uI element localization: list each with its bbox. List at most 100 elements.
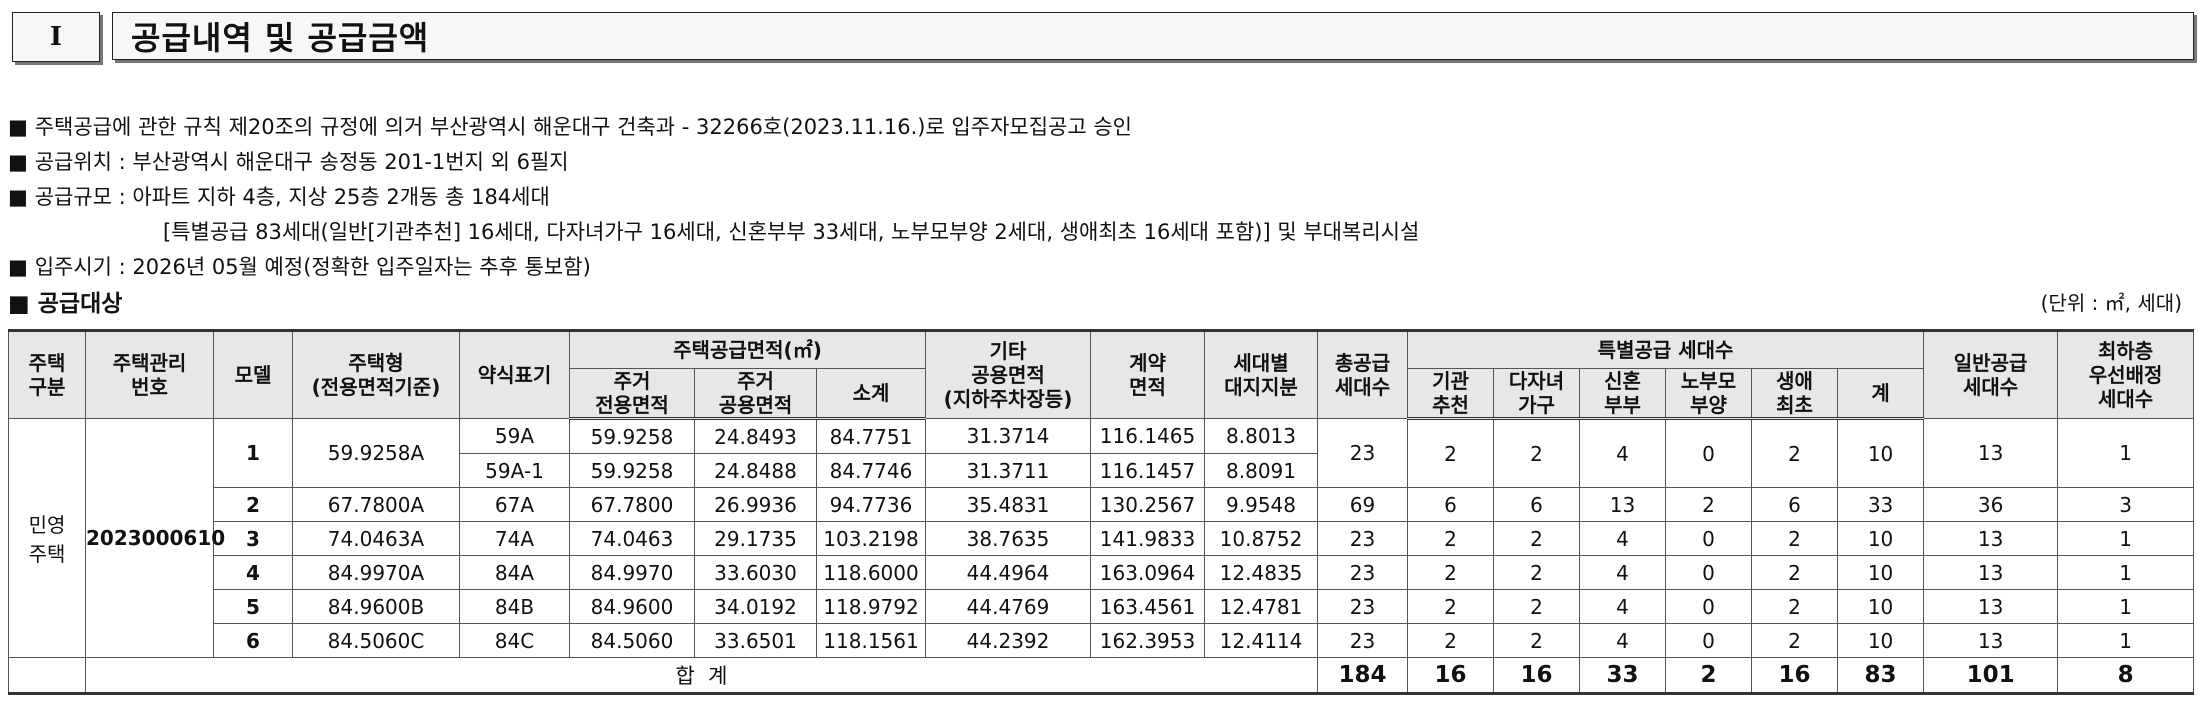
header-common-area: 주거 공용면적 <box>694 368 817 420</box>
cell-common: 33.6501 <box>694 623 817 658</box>
cell-newlywed: 4 <box>1579 418 1667 488</box>
table-row: 4 84.9970A 84A 84.9970 33.6030 118.6000 44.496… <box>9 555 2195 590</box>
header-special-units: 특별공급 세대수 <box>1407 329 1925 369</box>
cell-exclusive: 67.7800 <box>569 487 695 522</box>
bullet-location: ■ 공급위치 : 부산광역시 해운대구 송정동 201-1번지 외 6필지 <box>8 145 2188 180</box>
header-model: 모델 <box>213 329 293 419</box>
bullet-special-detail: [특별공급 83세대(일반[기관추천] 16세대, 다자녀가구 16세대, 신혼… <box>8 215 2188 250</box>
cell-abbr: 59A <box>459 418 570 454</box>
header-land-share: 세대별 대지지분 <box>1204 329 1319 419</box>
cell-special_sum: 10 <box>1837 521 1925 556</box>
header-special-sum: 계 <box>1837 368 1925 420</box>
cell-agency: 2 <box>1407 555 1495 590</box>
cell-lowest: 1 <box>2057 555 2195 590</box>
total-newlywed: 33 <box>1579 657 1667 695</box>
cell-general: 13 <box>1923 555 2059 590</box>
cell-total: 23 <box>1317 589 1409 624</box>
cell-newlywed: 4 <box>1579 555 1667 590</box>
cell-agency: 2 <box>1407 623 1495 658</box>
cell-model: 2 <box>213 487 293 522</box>
bullet-text: 주택공급에 관한 규칙 제20조의 규정에 의거 부산광역시 해운대구 건축과 … <box>34 115 1132 139</box>
bullet-mark: ■ <box>8 150 28 174</box>
cell-lowest: 1 <box>2057 521 2195 556</box>
cell-total: 69 <box>1317 487 1409 522</box>
cell-exclusive: 84.5060 <box>569 623 695 658</box>
cell-newlywed: 4 <box>1579 589 1667 624</box>
cell-subtotal: 118.1561 <box>815 623 927 658</box>
header-house-type: 주택 구분 <box>8 329 86 419</box>
cell-multichild: 2 <box>1493 521 1581 556</box>
cell-newlywed: 4 <box>1579 521 1667 556</box>
cell-agency: 2 <box>1407 589 1495 624</box>
bullet-text: [특별공급 83세대(일반[기관추천] 16세대, 다자녀가구 16세대, 신혼… <box>163 220 1420 244</box>
total-total: 184 <box>1317 657 1409 695</box>
cell-parents: 2 <box>1665 487 1753 522</box>
cell-total: 23 <box>1317 418 1409 488</box>
cell-parents: 0 <box>1665 623 1753 658</box>
bullet-approval: ■ 주택공급에 관한 규칙 제20조의 규정에 의거 부산광역시 해운대구 건축… <box>8 110 2188 145</box>
cell-subtotal: 103.2198 <box>815 521 927 556</box>
cell-special_sum: 10 <box>1837 589 1925 624</box>
header-multichild: 다자녀 가구 <box>1493 368 1581 420</box>
cell-land: 8.8091 <box>1204 453 1319 488</box>
total-firsttime: 16 <box>1751 657 1839 695</box>
cell-subtotal: 94.7736 <box>815 487 927 522</box>
cell-general: 13 <box>1923 418 2059 488</box>
cell-subtotal: 118.6000 <box>815 555 927 590</box>
cell-lowest: 3 <box>2057 487 2195 522</box>
cell-housing-type: 67.7800A <box>292 487 460 522</box>
supply-table-body: 민영 주택 2023000610 1 59.9258A 59A 59.9258 24.8493… <box>8 418 2195 695</box>
cell-abbr: 74A <box>459 521 570 556</box>
cell-land: 12.4835 <box>1204 555 1319 590</box>
cell-housing-type: 74.0463A <box>292 521 460 556</box>
cell-model: 1 <box>213 418 293 488</box>
cell-lowest: 1 <box>2057 418 2195 488</box>
unit-label: (단위 : ㎡, 세대) <box>2040 290 2182 315</box>
header-newlywed: 신혼 부부 <box>1579 368 1667 420</box>
bullet-list: ■ 주택공급에 관한 규칙 제20조의 규정에 의거 부산광역시 해운대구 건축… <box>8 110 2188 285</box>
cell-subtotal: 84.7746 <box>815 453 927 488</box>
header-housing-type: 주택형 (전용면적기준) <box>292 329 460 419</box>
total-special_sum: 83 <box>1837 657 1925 695</box>
supply-target-title: 공급대상 <box>37 291 123 317</box>
cell-land: 12.4781 <box>1204 589 1319 624</box>
cell-housing-type: 84.5060C <box>292 623 460 658</box>
header-lowest-floor: 최하층 우선배정 세대수 <box>2057 329 2195 419</box>
cell-multichild: 2 <box>1493 418 1581 488</box>
total-label: 합 계 <box>84 657 1319 695</box>
cell-multichild: 2 <box>1493 623 1581 658</box>
cell-mgmt-no: 2023000610 <box>85 418 225 658</box>
cell-firsttime: 2 <box>1751 623 1839 658</box>
header-total-units: 총공급 세대수 <box>1317 329 1409 419</box>
cell-contract: 116.1465 <box>1090 418 1206 454</box>
cell-other: 44.2392 <box>925 623 1092 658</box>
section-header: I 공급내역 및 공급금액 <box>12 12 2194 62</box>
cell-multichild: 6 <box>1493 487 1581 522</box>
cell-parents: 0 <box>1665 589 1753 624</box>
cell-exclusive: 59.9258 <box>569 418 695 454</box>
cell-other: 44.4964 <box>925 555 1092 590</box>
bullet-mark: ■ <box>8 115 28 139</box>
supply-target-heading: ■ 공급대상 (단위 : ㎡, 세대) <box>8 285 2182 318</box>
header-other-common: 기타 공용면적 (지하주차장등) <box>925 329 1092 419</box>
header-contract-area: 계약 면적 <box>1090 329 1206 419</box>
cell-agency: 2 <box>1407 418 1495 488</box>
cell-contract: 163.4561 <box>1090 589 1206 624</box>
cell-abbr: 84C <box>459 623 570 658</box>
bullet-text: 공급규모 : 아파트 지하 4층, 지상 25층 2개동 총 184세대 <box>34 185 550 209</box>
cell-contract: 130.2567 <box>1090 487 1206 522</box>
cell-special_sum: 10 <box>1837 623 1925 658</box>
cell-parents: 0 <box>1665 555 1753 590</box>
bullet-mark: ■ <box>8 185 28 209</box>
cell-special_sum: 33 <box>1837 487 1925 522</box>
cell-other: 35.4831 <box>925 487 1092 522</box>
cell-lowest: 1 <box>2057 623 2195 658</box>
header-parents: 노부모 부양 <box>1665 368 1753 420</box>
cell-common: 26.9936 <box>694 487 817 522</box>
cell-abbr: 59A-1 <box>459 453 570 488</box>
header-general-units: 일반공급 세대수 <box>1923 329 2059 419</box>
cell-exclusive: 84.9970 <box>569 555 695 590</box>
cell-special_sum: 10 <box>1837 555 1925 590</box>
cell-firsttime: 2 <box>1751 589 1839 624</box>
cell-contract: 116.1457 <box>1090 453 1206 488</box>
